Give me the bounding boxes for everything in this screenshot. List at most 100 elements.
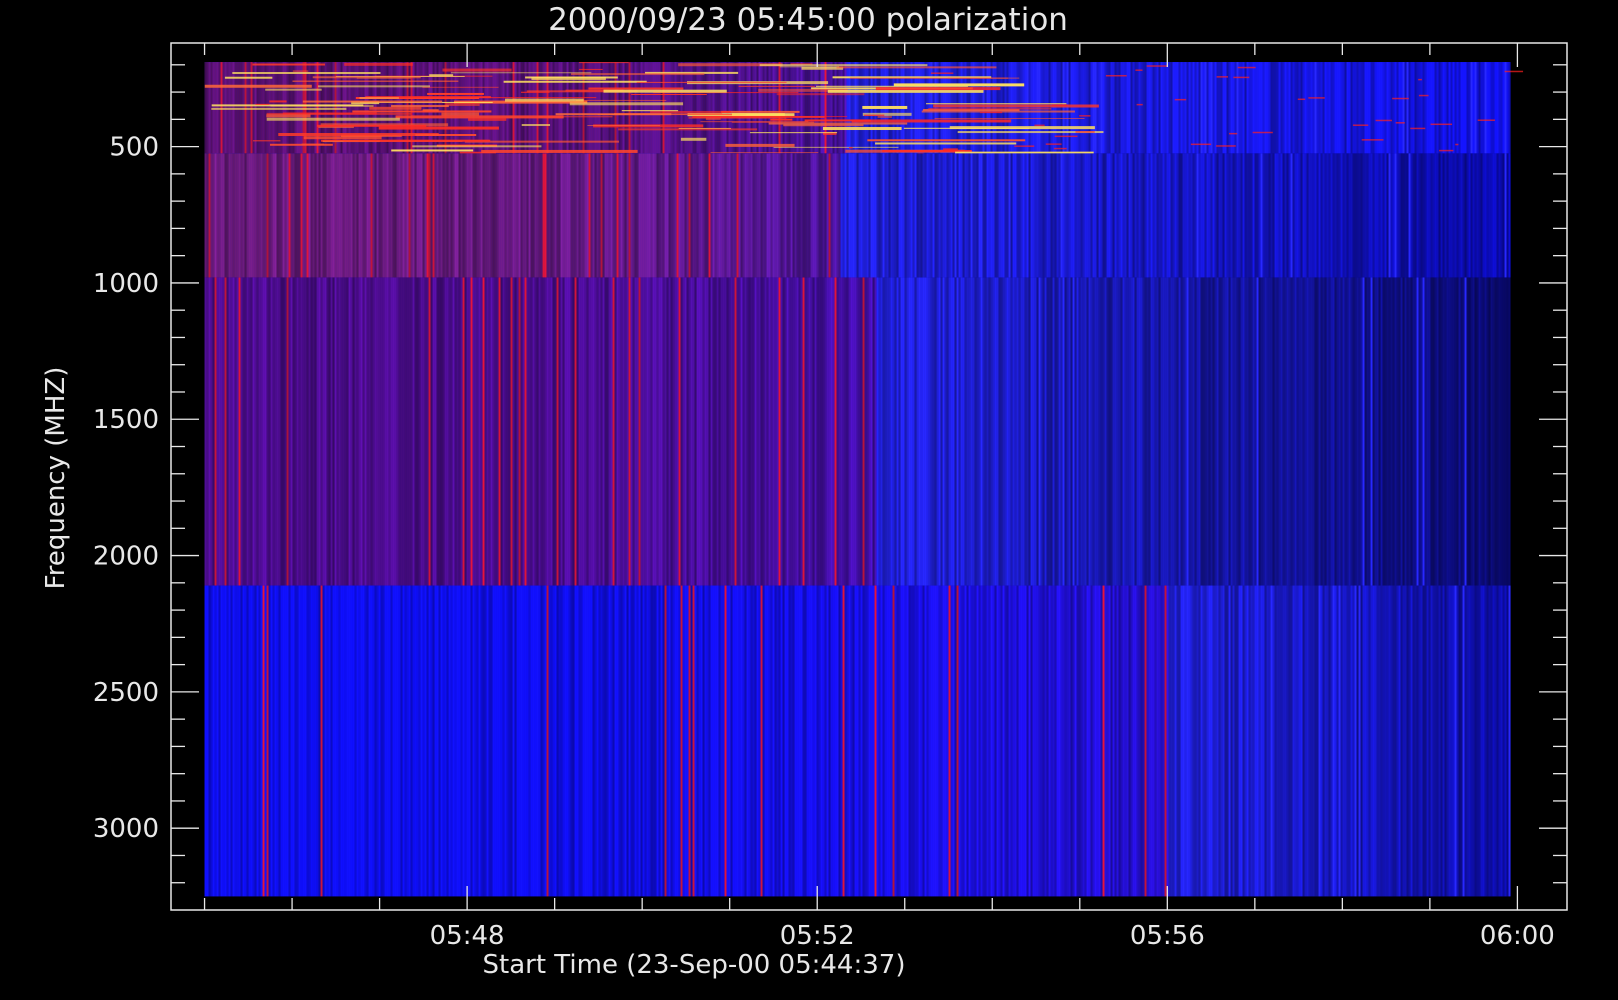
y-tick-label: 1500 bbox=[93, 405, 159, 435]
band-column bbox=[204, 585, 207, 897]
band-column bbox=[402, 153, 405, 278]
band-column bbox=[500, 62, 503, 154]
band-column bbox=[1198, 153, 1201, 278]
burst-streak bbox=[1075, 131, 1095, 133]
band-column bbox=[766, 277, 769, 586]
band-column bbox=[838, 153, 841, 278]
band-column bbox=[1152, 153, 1155, 278]
band-column bbox=[1340, 62, 1343, 154]
band-column bbox=[508, 277, 511, 586]
band-column bbox=[874, 153, 877, 278]
band-column bbox=[208, 277, 211, 586]
band-column bbox=[838, 62, 841, 154]
band-column bbox=[330, 585, 333, 897]
band-column bbox=[954, 585, 957, 897]
band-column bbox=[858, 585, 861, 897]
band-column bbox=[912, 585, 915, 897]
band-column bbox=[658, 585, 661, 897]
band-column bbox=[246, 153, 249, 278]
spectrogram-band bbox=[204, 277, 1511, 586]
band-column bbox=[1146, 62, 1149, 154]
band-column bbox=[250, 62, 253, 154]
band-column bbox=[580, 585, 583, 897]
band-column bbox=[1040, 62, 1043, 154]
band-column bbox=[972, 277, 975, 586]
band-column bbox=[900, 277, 903, 586]
band-column bbox=[876, 585, 879, 897]
band-column bbox=[792, 62, 795, 154]
band-column bbox=[998, 585, 1001, 897]
band-column bbox=[896, 585, 899, 897]
band-column bbox=[808, 62, 811, 154]
band-column bbox=[1484, 277, 1487, 586]
band-column bbox=[1038, 277, 1041, 586]
band-column bbox=[410, 585, 413, 897]
band-column bbox=[220, 277, 223, 586]
band-column bbox=[314, 153, 317, 278]
band-column bbox=[402, 585, 405, 897]
band-column bbox=[1006, 585, 1009, 897]
band-column bbox=[412, 585, 415, 897]
band-column bbox=[808, 277, 811, 586]
band-column bbox=[830, 585, 833, 897]
band-column bbox=[1096, 585, 1099, 897]
band-column bbox=[1316, 585, 1319, 897]
band-column bbox=[772, 585, 775, 897]
burst-streak bbox=[738, 85, 815, 87]
band-column bbox=[618, 153, 621, 278]
band-column bbox=[910, 153, 913, 278]
band-column bbox=[432, 153, 435, 278]
band-column bbox=[1458, 153, 1461, 278]
band-column bbox=[256, 62, 259, 154]
band-column bbox=[1504, 277, 1507, 586]
band-column bbox=[1394, 62, 1397, 154]
band-column bbox=[308, 585, 311, 897]
band-column bbox=[250, 585, 253, 897]
band-column bbox=[1154, 277, 1157, 586]
band-column bbox=[234, 585, 237, 897]
band-column bbox=[678, 62, 681, 154]
band-column bbox=[674, 153, 677, 278]
band-column bbox=[1106, 585, 1109, 897]
band-column bbox=[1210, 277, 1213, 586]
band-column bbox=[422, 153, 425, 278]
band-column bbox=[310, 62, 313, 154]
band-column bbox=[422, 277, 425, 586]
band-column bbox=[666, 153, 669, 278]
band-column bbox=[974, 153, 977, 278]
band-column bbox=[1366, 585, 1369, 897]
band-column bbox=[944, 153, 947, 278]
band-column bbox=[1438, 62, 1441, 154]
band-column bbox=[1092, 62, 1095, 154]
burst-streak bbox=[731, 121, 815, 123]
band-column bbox=[798, 62, 801, 154]
band-column bbox=[1386, 277, 1389, 586]
band-column bbox=[866, 153, 869, 278]
band-column bbox=[1416, 62, 1419, 154]
band-column bbox=[1406, 277, 1409, 586]
band-column bbox=[604, 153, 607, 278]
band-column bbox=[1172, 62, 1175, 154]
band-column bbox=[438, 277, 441, 586]
band-column bbox=[880, 585, 883, 897]
band-column bbox=[1272, 277, 1275, 586]
band-column bbox=[210, 277, 213, 586]
band-column bbox=[1138, 585, 1141, 897]
band-column bbox=[1494, 585, 1497, 897]
band-column bbox=[1496, 62, 1499, 154]
band-column bbox=[1424, 62, 1427, 154]
band-column bbox=[1388, 585, 1391, 897]
band-column bbox=[1358, 62, 1361, 154]
band-column bbox=[1042, 62, 1045, 154]
y-tick-label: 3000 bbox=[93, 814, 159, 844]
band-column bbox=[546, 153, 549, 278]
band-column bbox=[270, 62, 273, 154]
band-column bbox=[730, 153, 733, 278]
band-column bbox=[336, 62, 339, 154]
band-column bbox=[540, 585, 543, 897]
band-column bbox=[394, 585, 397, 897]
band-column bbox=[1482, 153, 1485, 278]
band-column bbox=[1416, 153, 1419, 278]
band-column bbox=[662, 62, 665, 154]
band-column bbox=[634, 153, 637, 278]
